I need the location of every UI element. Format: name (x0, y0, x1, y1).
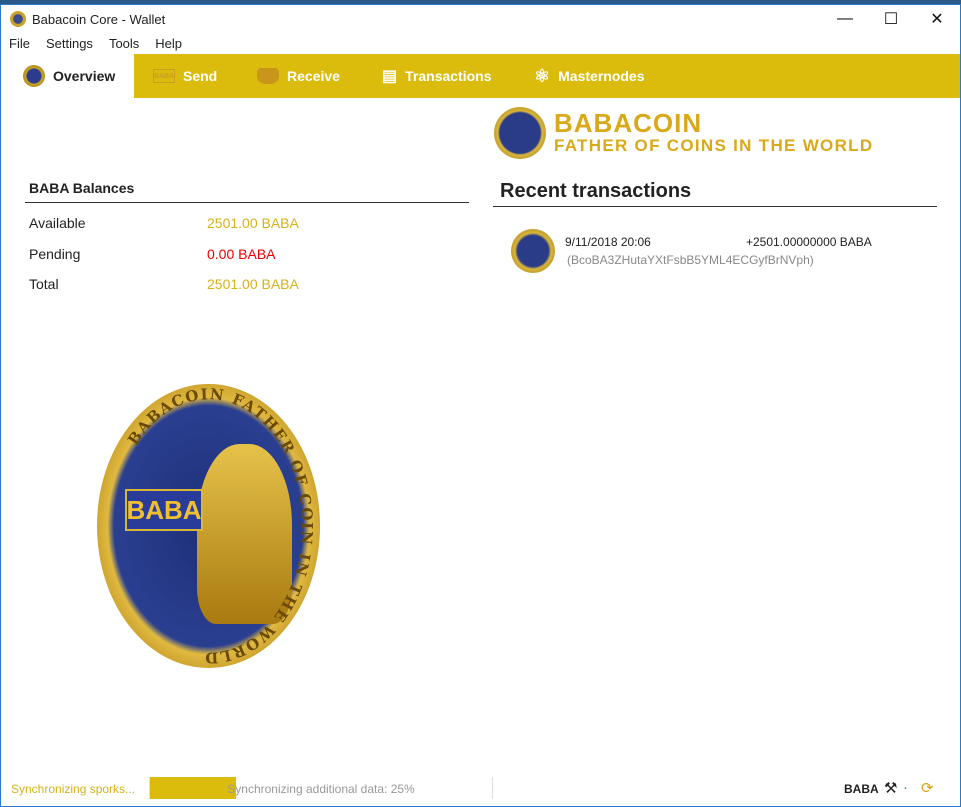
title-bar: Babacoin Core - Wallet — ☐ ✕ (1, 5, 960, 33)
sync-icon: ⟳ (921, 780, 934, 797)
menu-settings[interactable]: Settings (38, 35, 101, 53)
tab-label: Send (183, 68, 218, 84)
tab-label: Transactions (405, 68, 492, 84)
transaction-coin-icon (511, 229, 555, 273)
transaction-amount: +2501.00000000 BABA (746, 235, 872, 249)
logo-coin-icon (494, 107, 546, 159)
logo-tagline: FATHER OF COINS IN THE WORLD (554, 136, 874, 155)
total-value: 2501.00 BABA (207, 276, 299, 292)
divider (493, 206, 937, 207)
unit-selector[interactable]: BABA (844, 782, 879, 796)
tab-label: Overview (53, 68, 116, 84)
status-bar: Synchronizing sporks... Synchronizing ad… (0, 775, 961, 803)
tab-bar: Overview BABA Send Receive ▤ Transactions … (1, 54, 960, 98)
pending-value: 0.00 BABA (207, 246, 276, 262)
coin-ring: BABACOIN FATHER OF COIN IN THE WORLD (124, 385, 316, 667)
minimize-button[interactable]: — (822, 5, 868, 33)
sync-status: Synchronizing sporks... (11, 782, 136, 796)
available-value: 2501.00 BABA (207, 215, 299, 231)
babacoin-logo: BABACOIN FATHER OF COINS IN THE WORLD (494, 107, 873, 159)
coin-ring-text: BABACOIN FATHER OF COIN IN THE WORLD (124, 385, 316, 667)
divider (25, 202, 469, 203)
menu-help[interactable]: Help (147, 35, 190, 53)
tab-label: Masternodes (558, 68, 645, 84)
maximize-button[interactable]: ☐ (868, 5, 914, 33)
send-icon: BABA (153, 69, 175, 83)
menu-file[interactable]: File (1, 35, 38, 53)
menu-tools[interactable]: Tools (101, 35, 147, 53)
tab-receive[interactable]: Receive (257, 54, 340, 98)
window-title: Babacoin Core - Wallet (32, 11, 166, 27)
transaction-address: (BcoBA3ZHutaYXtFsbB5YML4ECGyfBrNVph) (567, 253, 814, 267)
tab-overview[interactable]: Overview (1, 54, 134, 98)
sync-progress-bar: Synchronizing additional data: 25% (149, 777, 493, 799)
transactions-icon: ▤ (382, 68, 398, 85)
coin-icon (23, 65, 45, 87)
tab-masternodes[interactable]: ⚛ Masternodes (534, 54, 645, 98)
coin-ring-text-path: BABACOIN FATHER OF COIN IN THE WORLD (124, 385, 314, 667)
network-dot-icon: · (903, 779, 908, 796)
available-label: Available (29, 215, 86, 231)
tab-send[interactable]: BABA Send (153, 54, 217, 98)
recent-transactions-title: Recent transactions (500, 180, 692, 202)
app-icon (10, 11, 26, 27)
total-label: Total (29, 276, 59, 292)
logo-name: BABACOIN (554, 108, 703, 138)
hammer-pick-icon: ⚒ (884, 780, 898, 797)
progress-text: Synchronizing additional data: 25% (227, 782, 415, 796)
balances-title: BABA Balances (29, 180, 135, 196)
receive-icon (257, 68, 279, 84)
babacoin-coin-image: BABA BABACOIN FATHER OF COIN IN THE WORL… (97, 384, 320, 668)
tab-transactions[interactable]: ▤ Transactions (382, 54, 492, 98)
pending-label: Pending (29, 246, 81, 262)
transaction-date: 9/11/2018 20:06 (565, 235, 651, 249)
tab-label: Receive (287, 68, 340, 84)
atom-icon: ⚛ (534, 65, 551, 86)
close-button[interactable]: ✕ (914, 5, 960, 33)
menu-bar: File Settings Tools Help (1, 35, 190, 53)
